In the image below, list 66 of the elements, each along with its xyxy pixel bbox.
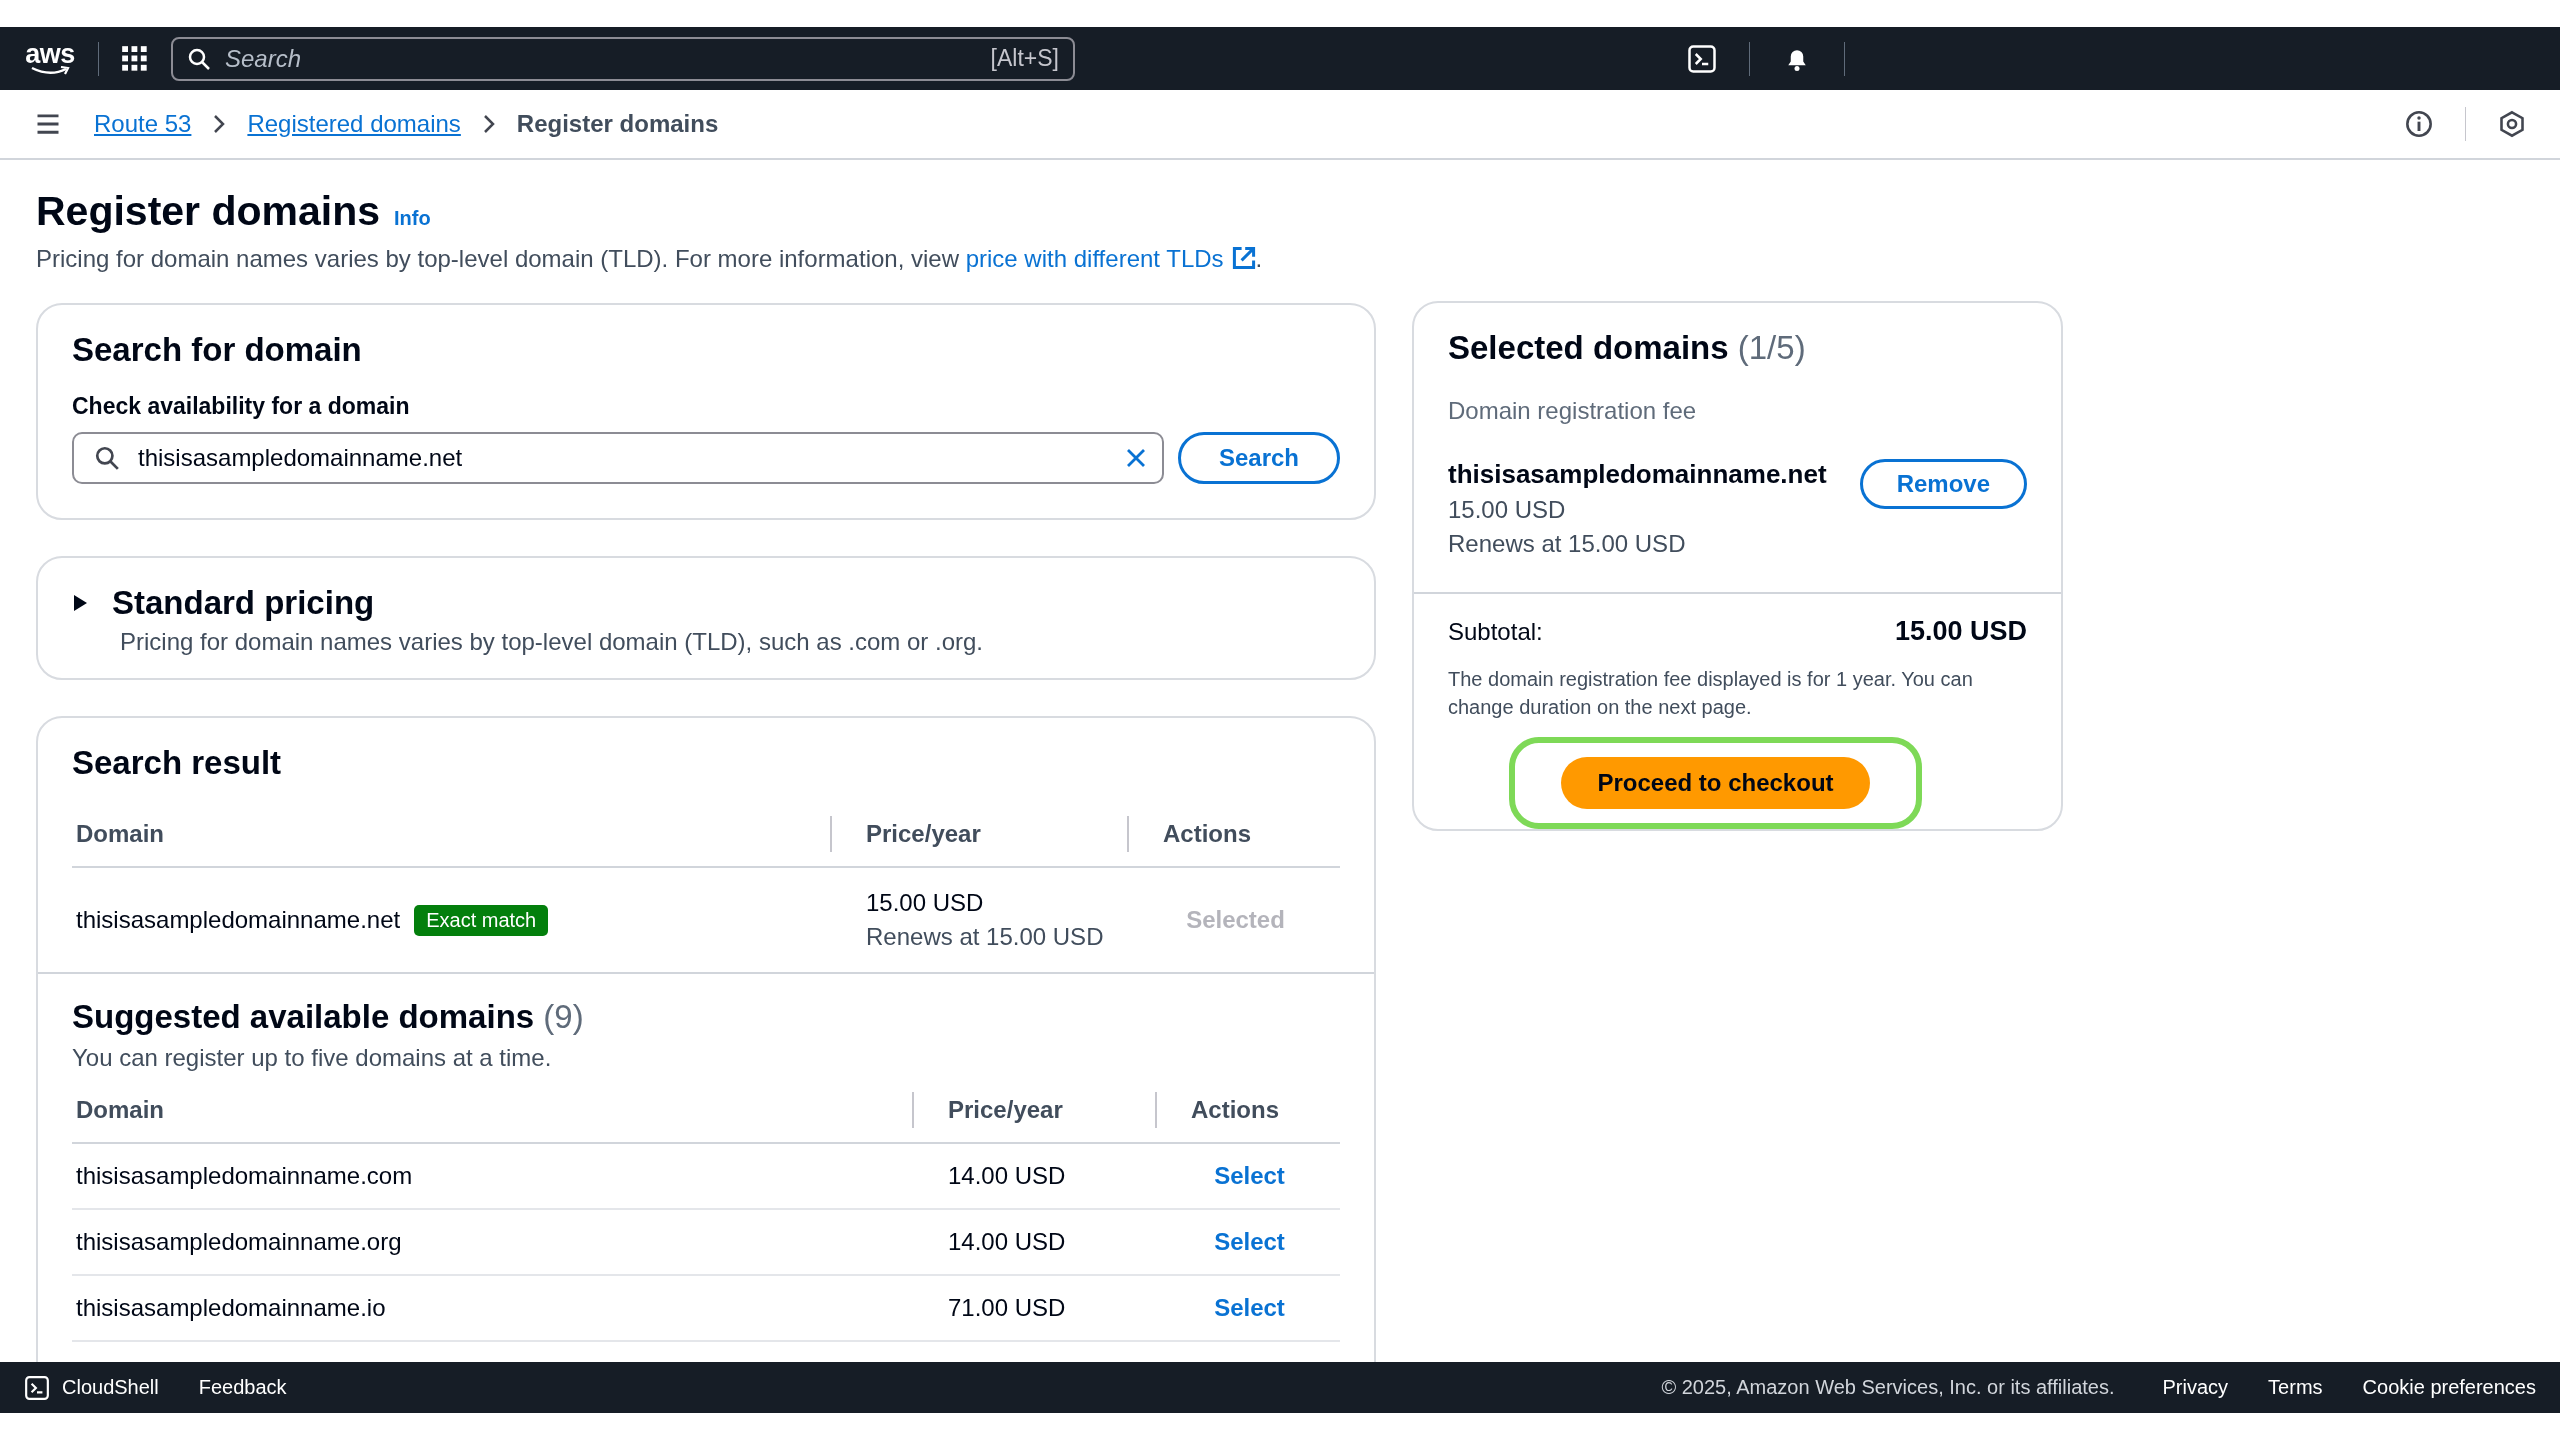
select-link: Selected	[1186, 906, 1285, 934]
domain-cell: thisisasampledomainname.org	[76, 1228, 402, 1256]
app-grid-icon[interactable]	[121, 44, 149, 73]
fee-note: The domain registration fee displayed is for 1 year. You can change duration on the next page.	[1448, 667, 1974, 720]
breadcrumb-link[interactable]: Registered domains	[247, 110, 461, 138]
price-cell: 14.00 USD	[948, 1162, 1066, 1190]
copyright-text: © 2025, Amazon Web Services, Inc. or its affiliates.	[1661, 1376, 2115, 1399]
remove-button[interactable]: Remove	[1859, 459, 2027, 509]
column-header: Domain	[76, 820, 164, 848]
select-link[interactable]: Select	[1214, 1162, 1285, 1190]
search-button[interactable]: Search	[1177, 432, 1340, 484]
fee-label: Domain registration fee	[1448, 397, 1698, 425]
current-page-label: Register domains	[516, 110, 719, 138]
info-icon[interactable]	[2405, 110, 2433, 138]
price-cell: 71.00 USD	[948, 1294, 1066, 1322]
column-header: Actions	[1163, 820, 1251, 848]
card-title: Search result	[72, 744, 283, 782]
aws-logo[interactable]: aws	[24, 41, 76, 76]
domain-cell: thisisasampledomainname.io	[76, 1294, 386, 1322]
select-link[interactable]: Select	[1214, 1294, 1285, 1322]
terminal-icon[interactable]	[1687, 43, 1717, 74]
chevron-icon	[213, 114, 226, 134]
price-cell: 14.00 USD	[948, 1228, 1066, 1256]
column-header: Price/year	[866, 820, 981, 848]
feedback-link[interactable]: Feedback	[198, 1376, 287, 1399]
panel-title: Selected domains (1/5)	[1448, 329, 1807, 367]
column-header: Domain	[76, 1096, 164, 1124]
external-link[interactable]: price with different TLDs	[965, 245, 1256, 272]
renewal-price: Renews at 15.00 USD	[1448, 530, 1687, 558]
cloudshell-link[interactable]: CloudShell	[62, 1376, 159, 1399]
exact-match-badge: Exact match	[414, 904, 549, 936]
expand-triangle-icon[interactable]	[72, 594, 88, 612]
domain-price: 15.00 USD	[1448, 496, 1567, 524]
checkout-button[interactable]: Proceed to checkout	[1561, 757, 1870, 809]
card-title: Search for domain	[72, 331, 363, 369]
terminal-icon[interactable]	[24, 1374, 50, 1401]
footer-link[interactable]: Cookie preferences	[2362, 1376, 2536, 1399]
hexagon-icon[interactable]	[2498, 110, 2526, 138]
selected-domain: thisisasampledomainname.net	[1448, 459, 1827, 490]
info-link[interactable]: Info	[394, 207, 431, 230]
search-icon	[187, 46, 211, 71]
page-title: Register domains	[36, 188, 381, 235]
footer-link[interactable]: Privacy	[2162, 1376, 2229, 1399]
helper-text: You can register up to five domains at a time.	[72, 1044, 553, 1072]
search-field[interactable]: Search [Alt+S]	[171, 36, 1075, 81]
shortcut-hint: [Alt+S]	[990, 45, 1059, 72]
subtotal-label: Subtotal:	[1448, 617, 1543, 646]
chevron-icon	[482, 114, 495, 134]
page-description: Pricing for domain names varies by top-level domain (TLD). For more information, view price with different TLDs .	[36, 245, 1264, 273]
section-title[interactable]: Standard pricing	[112, 584, 375, 622]
footer-link[interactable]: Terms	[2268, 1376, 2323, 1399]
renewal-price: Renews at 15.00 USD	[866, 923, 1104, 951]
breadcrumb-link[interactable]: Route 53	[94, 110, 192, 138]
price-cell: 15.00 USD	[866, 889, 984, 917]
search-icon	[94, 445, 120, 471]
field-label: Check availability for a domain	[72, 393, 411, 420]
column-header: Actions	[1191, 1096, 1279, 1124]
select-link[interactable]: Select	[1214, 1228, 1285, 1256]
column-header: Price/year	[948, 1096, 1063, 1124]
section-description: Pricing for domain names varies by top-level domain (TLD), such as .com or .org.	[120, 628, 984, 656]
external-link-icon	[1231, 246, 1256, 270]
domain-cell: thisisasampledomainname.com	[76, 1162, 413, 1190]
subtotal-value: 15.00 USD	[1894, 616, 2027, 647]
domain-cell: thisisasampledomainname.net	[76, 906, 401, 934]
card-title: Suggested available domains (9)	[72, 998, 585, 1036]
domain-search-field[interactable]: thisisasampledomainname.net	[72, 432, 1164, 484]
